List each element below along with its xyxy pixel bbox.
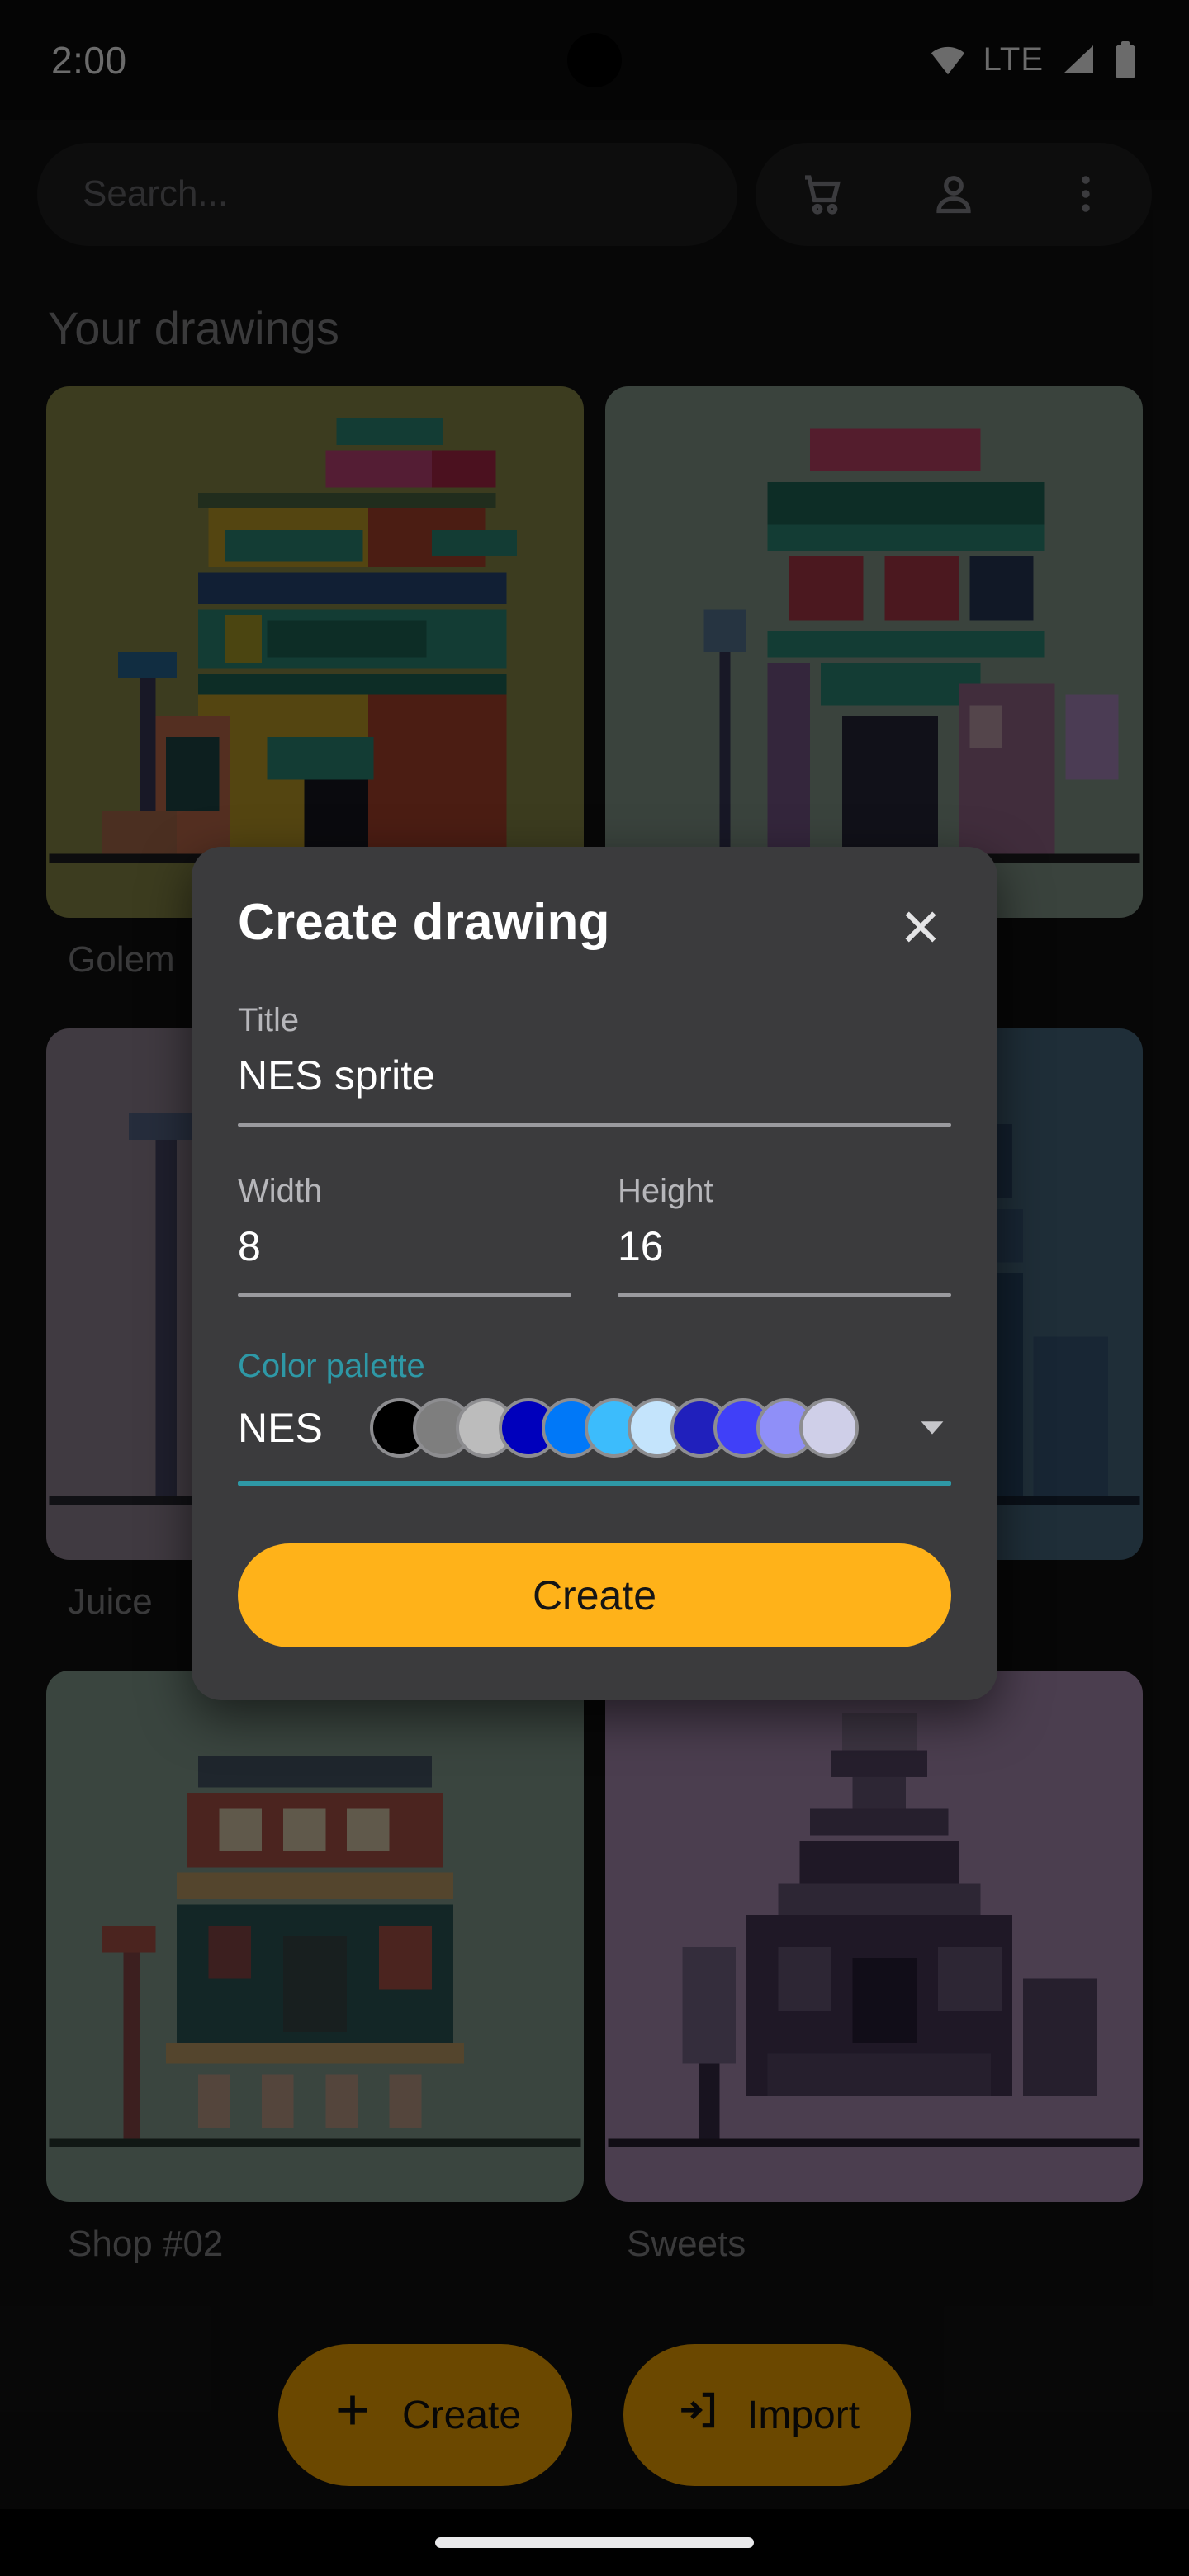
phone-screen: 2:00 LTE Search... xyxy=(0,0,1189,2576)
height-field-underline xyxy=(618,1293,951,1297)
title-field[interactable]: Title NES sprite xyxy=(238,1002,951,1127)
width-field-label: Width xyxy=(238,1172,323,1209)
palette-name-value: NES xyxy=(238,1405,323,1451)
home-indicator[interactable] xyxy=(435,2537,754,2548)
chevron-down-icon[interactable] xyxy=(898,1407,951,1449)
palette-field-label: Color palette xyxy=(238,1348,425,1384)
title-field-underline xyxy=(238,1123,951,1127)
dialog-header: Create drawing xyxy=(238,893,951,957)
create-button[interactable]: Create xyxy=(238,1543,951,1647)
dialog-title: Create drawing xyxy=(238,894,610,951)
dimensions-row: Width 8 Height 16 xyxy=(238,1173,951,1297)
title-field-value[interactable]: NES sprite xyxy=(238,1052,951,1100)
width-field-underline xyxy=(238,1293,571,1297)
create-drawing-dialog: Create drawing Title NES sprite Width 8 … xyxy=(192,847,997,1700)
close-icon[interactable] xyxy=(890,896,951,957)
palette-field-underline xyxy=(238,1481,951,1486)
color-palette-field[interactable]: Color palette NES xyxy=(238,1348,951,1486)
height-field-label: Height xyxy=(618,1172,713,1209)
system-navigation-bar xyxy=(0,2509,1189,2576)
width-field-value[interactable]: 8 xyxy=(238,1223,571,1271)
height-field[interactable]: Height 16 xyxy=(618,1173,951,1297)
create-button-label: Create xyxy=(532,1572,657,1619)
width-field[interactable]: Width 8 xyxy=(238,1173,571,1297)
height-field-value[interactable]: 16 xyxy=(618,1223,951,1271)
palette-row[interactable]: NES xyxy=(238,1398,951,1458)
title-field-label: Title xyxy=(238,1002,300,1038)
palette-swatch xyxy=(799,1398,859,1458)
palette-swatches xyxy=(362,1398,898,1458)
